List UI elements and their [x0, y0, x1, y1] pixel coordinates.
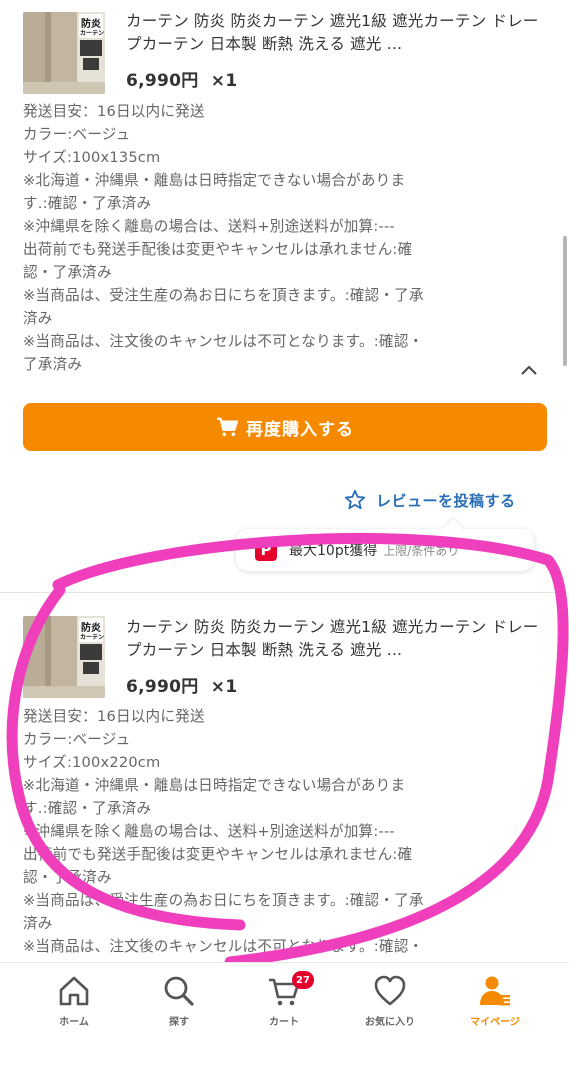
order-item-1: 防炎 カーテン カーテン 防炎 防炎カーテン 遮光1級 遮光カーテン ドレープカ… — [0, 0, 569, 392]
detail-line: す.:確認・了承済み — [23, 195, 152, 212]
search-icon — [164, 976, 194, 1006]
points-tooltip: P 最大10pt獲得 上限/条件あり — [236, 529, 534, 571]
nav-mypage[interactable]: マイページ — [450, 973, 540, 1033]
points-note: 上限/条件あり — [383, 543, 460, 558]
cart-icon — [217, 417, 238, 437]
detail-line: 発送目安：16日以内に発送 — [23, 708, 205, 725]
product-details: 発送目安：16日以内に発送 カラー:ベージュ サイズ:100x135cm ※北海… — [23, 100, 523, 376]
bottom-navigation: ホーム 探す 27 カート お気に入り マイページ — [0, 962, 569, 1080]
detail-line: 認・了承済み — [23, 869, 112, 886]
home-icon — [59, 976, 89, 1006]
product-price: 6,990円 — [126, 71, 199, 91]
nav-label: 探す — [169, 1017, 189, 1028]
product-thumbnail[interactable]: 防炎 カーテン — [23, 12, 105, 94]
order-history-list[interactable]: 防炎 カーテン カーテン 防炎 防炎カーテン 遮光1級 遮光カーテン ドレープカ… — [0, 0, 569, 962]
product-price-line: 6,990円 ×1 — [126, 66, 237, 91]
detail-line: ※当商品は、受注生産の為お日にちを頂きます。:確認・了承 — [23, 287, 424, 304]
detail-line: ※沖縄県を除く離島の場合は、送料+別途送料が加算:--- — [23, 218, 395, 235]
chevron-up-icon[interactable] — [519, 360, 539, 380]
detail-line: カラー:ベージュ — [23, 731, 131, 748]
product-price: 6,990円 — [126, 677, 199, 697]
detail-line: 出荷前でも発送手配後は変更やキャンセルは承れません:確 — [23, 846, 413, 863]
detail-line: ※北海道・沖縄県・離島は日時指定できない場合がありま — [23, 172, 406, 189]
detail-line: 済み — [23, 915, 53, 932]
post-review-link[interactable]: レビューを投稿する — [344, 487, 516, 513]
product-qty: ×1 — [210, 677, 238, 697]
product-title[interactable]: カーテン 防炎 防炎カーテン 遮光1級 遮光カーテン ドレープカーテン 日本製 … — [126, 616, 546, 662]
detail-line: カラー:ベージュ — [23, 126, 131, 143]
review-label: レビューを投稿する — [376, 491, 516, 510]
nav-label: マイページ — [470, 1017, 520, 1028]
thumb-text-curtain: カーテン — [80, 30, 105, 37]
product-price-line: 6,990円 ×1 — [126, 672, 237, 697]
detail-line: ※北海道・沖縄県・離島は日時指定できない場合がありま — [23, 777, 406, 794]
product-qty: ×1 — [210, 71, 238, 91]
nav-label: カート — [269, 1017, 299, 1028]
detail-line: す.:確認・了承済み — [23, 800, 152, 817]
detail-line: ※当商品は、注文後のキャンセルは不可となります。:確認・ — [23, 333, 424, 350]
points-text: 最大10pt獲得 — [289, 543, 378, 559]
product-thumbnail[interactable]: 防炎 カーテン — [23, 616, 105, 698]
detail-line: 発送目安：16日以内に発送 — [23, 103, 205, 120]
nav-search[interactable]: 探す — [134, 973, 224, 1033]
nav-cart[interactable]: 27 カート — [239, 971, 329, 1033]
heart-icon — [374, 975, 406, 1006]
nav-label: お気に入り — [365, 1017, 415, 1028]
product-details: 発送目安：16日以内に発送 カラー:ベージュ サイズ:100x220cm ※北海… — [23, 705, 523, 958]
nav-label: ホーム — [59, 1017, 89, 1028]
thumb-text-curtain: カーテン — [80, 634, 105, 641]
order-item-2: 防炎 カーテン カーテン 防炎 防炎カーテン 遮光1級 遮光カーテン ドレープカ… — [0, 593, 569, 962]
detail-line: ※当商品は、注文後のキャンセルは不可となります。:確認・ — [23, 938, 424, 955]
detail-line: サイズ:100x220cm — [23, 754, 161, 771]
detail-line: ※沖縄県を除く離島の場合は、送料+別途送料が加算:--- — [23, 823, 395, 840]
nav-favorites[interactable]: お気に入り — [345, 973, 435, 1033]
rakuten-points-icon: P — [255, 539, 277, 561]
detail-line: サイズ:100x135cm — [23, 149, 161, 166]
product-title[interactable]: カーテン 防炎 防炎カーテン 遮光1級 遮光カーテン ドレープカーテン 日本製 … — [126, 10, 546, 56]
user-icon — [480, 976, 510, 1006]
scrollbar-thumb[interactable] — [563, 236, 567, 366]
rebuy-label: 再度購入する — [246, 419, 354, 440]
detail-line: 了承済み — [23, 356, 83, 373]
detail-line: 済み — [23, 310, 53, 327]
detail-line: ※当商品は、受注生産の為お日にちを頂きます。:確認・了承 — [23, 892, 424, 909]
detail-line: 認・了承済み — [23, 264, 112, 281]
detail-line: 出荷前でも発送手配後は変更やキャンセルは承れません:確 — [23, 241, 413, 258]
cart-count-badge: 27 — [292, 971, 314, 989]
nav-home[interactable]: ホーム — [29, 973, 119, 1033]
star-outline-icon — [344, 489, 366, 510]
rebuy-button[interactable]: 再度購入する — [23, 403, 547, 451]
